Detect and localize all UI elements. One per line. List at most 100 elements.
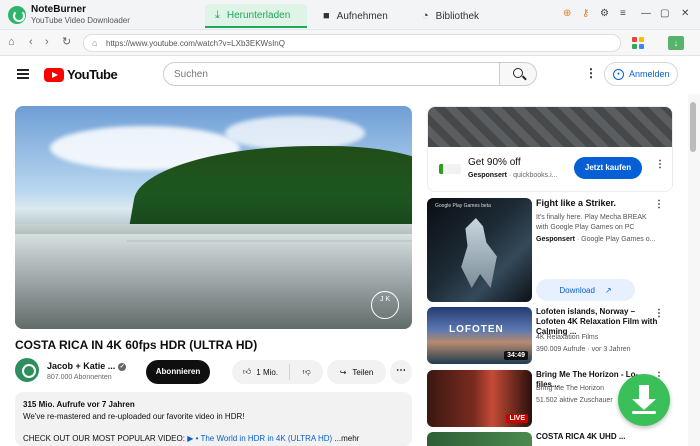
channel-watermark[interactable]: J K: [371, 291, 399, 319]
sidebar-video-line: with Google Play Games on PC: [536, 224, 635, 231]
sponsored-ad-card[interactable]: Get 90% off Gesponsert · quickbooks.i...…: [427, 106, 673, 192]
maximize-icon[interactable]: ▢: [660, 8, 669, 20]
video-duration: 34:49: [504, 351, 528, 360]
description-link[interactable]: ▶ • The World in HDR in 4K (ULTRA HD): [187, 434, 332, 443]
url-bar[interactable]: ⌂ https://www.youtube.com/watch?v=LXb3EK…: [83, 34, 621, 52]
thumbs-up-icon: 👍︎: [242, 367, 252, 376]
forward-icon[interactable]: ›: [45, 36, 49, 49]
clock-icon: ◔: [422, 9, 429, 22]
noteburner-logo-icon: [8, 6, 26, 24]
verified-icon: ✓: [118, 362, 127, 371]
gear-icon[interactable]: ⚙: [600, 8, 609, 20]
sidebar-video-title: COSTA RICA 4K UHD ...: [536, 432, 626, 441]
tab-library-label: Bibliothek: [435, 10, 480, 22]
tab-record[interactable]: ■ Aufnehmen: [313, 4, 398, 28]
minimize-icon[interactable]: —: [641, 8, 651, 20]
ad-title: Get 90% off: [468, 157, 521, 168]
youtube-logo-text: YouTube: [67, 67, 118, 82]
sponsor-label: Gesponsert: [536, 236, 575, 243]
video-player[interactable]: J K: [15, 106, 412, 329]
hamburger-menu-icon[interactable]: [17, 69, 29, 79]
youtube-logo[interactable]: YouTube: [44, 67, 118, 82]
tab-library[interactable]: ◔ Bibliothek: [412, 4, 489, 28]
sidebar-video-item[interactable]: COSTA RICA 4K UHD ...: [427, 432, 673, 446]
video-more-icon[interactable]: ⋮: [654, 308, 664, 319]
channel-name-text: Jacob + Katie ...: [47, 361, 116, 371]
video-camera-icon: ■: [323, 9, 330, 22]
close-icon[interactable]: ✕: [681, 8, 689, 20]
sidebar-video-item[interactable]: Google Play Games beta Fight like a Stri…: [427, 198, 673, 302]
lock-icon: ⌂: [92, 38, 98, 48]
sidebar-video-channel: 4K Relaxation Films: [536, 334, 599, 341]
more-options-icon[interactable]: ⋮: [585, 66, 597, 80]
menu-icon[interactable]: ≡: [620, 8, 626, 20]
video-thumbnail: LIVE: [427, 370, 532, 427]
ad-sponsor-domain: · quickbooks.i...: [508, 172, 558, 179]
youtube-header: YouTube Suchen ⋮ • Anmelden: [0, 56, 688, 94]
download-ad-label: Download: [559, 285, 595, 295]
channel-avatar[interactable]: [15, 358, 39, 382]
tab-download-label: Herunterladen: [226, 9, 291, 21]
reload-icon[interactable]: ↻: [62, 36, 71, 49]
download-ad-button[interactable]: Download ↗: [536, 279, 635, 301]
download-base-icon: [632, 411, 656, 414]
video-description[interactable]: 315 Mio. Aufrufe vor 7 Jahren We've re-m…: [15, 392, 412, 446]
share-button[interactable]: ↪ Teilen: [327, 360, 386, 384]
subscriber-count: 807.000 Abonnenten: [47, 374, 112, 381]
thumbnail-label: LOFOTEN: [449, 324, 504, 335]
download-icon: ⤓: [215, 8, 220, 21]
sidebar-video-title: Fight like a Striker.: [536, 198, 617, 208]
dislike-button[interactable]: 👎︎: [290, 367, 323, 377]
search-input[interactable]: Suchen: [163, 62, 500, 86]
subscribe-button[interactable]: Abonnieren: [146, 360, 210, 384]
channel-name[interactable]: Jacob + Katie ... ✓: [47, 361, 127, 371]
key-icon[interactable]: ⚷: [582, 8, 589, 20]
quickbooks-logo-icon: [439, 164, 461, 174]
download-small-icon[interactable]: ↓: [668, 36, 684, 50]
tab-download[interactable]: ⤓ Herunterladen: [205, 4, 307, 28]
video-title: COSTA RICA IN 4K 60fps HDR (ULTRA HD): [15, 338, 258, 352]
search-button[interactable]: [499, 62, 537, 86]
signin-button[interactable]: • Anmelden: [604, 62, 678, 86]
video-thumbnail: Google Play Games beta: [427, 198, 532, 302]
sidebar-video-line: It's finally here. Play Mecha BREAK: [536, 214, 647, 221]
ad-banner-image: [428, 107, 672, 147]
ad-sponsor: Gesponsert · quickbooks.i...: [468, 172, 558, 179]
download-arrow-icon: [632, 385, 656, 410]
account-icon: •: [613, 68, 624, 80]
external-link-icon: ↗: [604, 285, 612, 295]
sidebar-video-stats: 390.009 Aufrufe · vor 3 Jahren: [536, 346, 631, 353]
description-more[interactable]: ...mehr: [332, 434, 359, 443]
like-dislike-bar: 👍︎ 1 Mio. 👎︎: [232, 360, 323, 384]
share-icon: ↪: [339, 367, 347, 377]
floating-download-button[interactable]: [618, 374, 670, 426]
like-button[interactable]: 👍︎ 1 Mio.: [232, 364, 290, 380]
browser-toolbar: ⌂ ‹ › ↻ ⌂ https://www.youtube.com/watch?…: [0, 30, 700, 56]
more-actions-button[interactable]: ⋯: [390, 360, 412, 384]
signin-label: Anmelden: [629, 69, 670, 79]
mecha-figure: [461, 218, 497, 288]
sidebar-video-item[interactable]: LOFOTEN 34:49 Lofoten islands, Norway – …: [427, 307, 673, 364]
share-label: Teilen: [352, 367, 374, 377]
youtube-play-icon: [44, 67, 64, 82]
title-bar: NoteBurner YouTube Video Downloader ⤓ He…: [0, 0, 700, 30]
video-more-icon[interactable]: ⋮: [654, 199, 664, 210]
ad-more-icon[interactable]: ⋮: [655, 159, 665, 170]
url-text: https://www.youtube.com/watch?v=LXb3EKWs…: [106, 39, 285, 48]
description-line: CHECK OUT OUR MOST POPULAR VIDEO: ▶ • Th…: [23, 433, 404, 444]
description-text: CHECK OUT OUR MOST POPULAR VIDEO:: [23, 434, 188, 443]
thumbs-down-icon: 👎︎: [302, 367, 311, 376]
video-thumbnail: LOFOTEN 34:49: [427, 307, 532, 364]
app-window: NoteBurner YouTube Video Downloader ⤓ He…: [0, 0, 700, 446]
back-icon[interactable]: ‹: [29, 36, 33, 49]
scrollbar-thumb[interactable]: [690, 102, 696, 152]
video-frame-wave: [15, 234, 412, 329]
tab-record-label: Aufnehmen: [336, 10, 388, 22]
apps-grid-icon[interactable]: [632, 37, 644, 49]
cart-icon[interactable]: ⊕: [563, 8, 571, 20]
home-icon[interactable]: ⌂: [8, 36, 15, 49]
description-meta: 315 Mio. Aufrufe vor 7 Jahren: [23, 400, 135, 409]
sponsor-source: · Google Play Games o...: [574, 236, 656, 243]
buy-now-button[interactable]: Jetzt kaufen: [574, 157, 642, 179]
sidebar-video-sponsor: Gesponsert · Google Play Games o...: [536, 235, 664, 244]
